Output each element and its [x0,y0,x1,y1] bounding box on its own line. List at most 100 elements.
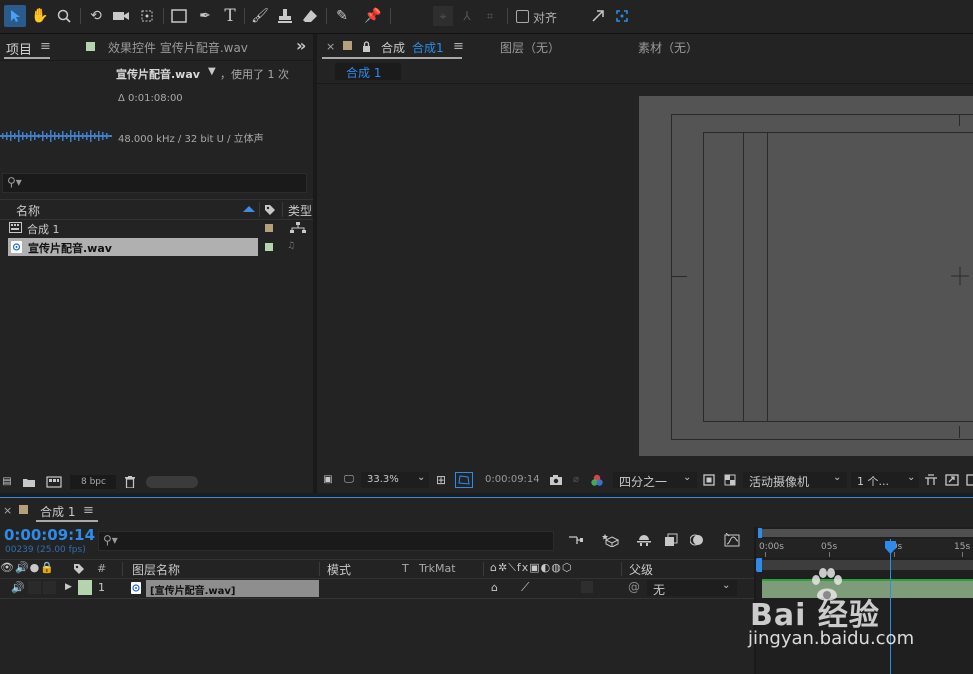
time-navigator[interactable] [758,528,973,538]
transparency-grid-icon[interactable] [722,473,738,487]
brush-tool-icon[interactable]: 🖌 [249,5,271,27]
comp-mini-flowchart-icon[interactable] [566,532,586,548]
view-layout-dropdown[interactable]: 1 个... ⌄ [851,472,919,488]
label-tag-icon[interactable] [262,202,278,217]
project-search-input[interactable]: ⚲▾ [2,173,307,193]
comp-sub-tab[interactable]: 合成 1 [335,63,401,80]
timeline-search-input[interactable]: ⚲▾ [98,531,554,551]
pan-behind-tool-icon[interactable] [136,5,158,27]
usage-dropdown-icon[interactable]: ▼ [208,66,216,77]
always-preview-icon[interactable]: ▣ [321,473,335,487]
rotate-tool-icon[interactable]: ⟲ [86,5,106,27]
toggle-mask-visibility-icon[interactable] [455,472,473,488]
hide-shy-layers-icon[interactable] [634,532,654,548]
comp-tab-prefix[interactable]: 合成 [381,39,405,56]
viewer-current-time[interactable]: 0:00:09:14 [485,474,540,485]
column-mode[interactable]: 模式 [327,561,351,578]
rectangle-tool-icon[interactable] [168,5,190,27]
world-axis-mode-icon[interactable]: ⅄ [457,6,477,26]
zoom-tool-icon[interactable] [54,5,74,27]
tab-effect-controls[interactable]: 效果控件 宣传片配音.wav [108,39,248,56]
show-snapshot-icon[interactable]: ⌀ [569,473,583,487]
eraser-tool-icon[interactable] [299,5,321,27]
motion-blur-icon[interactable] [688,532,706,548]
project-list-item[interactable]: 宣传片配音.wav ♫ [0,238,313,256]
composition-viewer[interactable] [317,84,973,470]
grid-guides-icon[interactable]: ⊞ [433,473,449,487]
new-folder-icon[interactable] [20,474,38,490]
new-composition-icon[interactable] [45,474,63,490]
column-parent[interactable]: 父级 [629,561,653,578]
comp-canvas[interactable] [639,96,973,456]
tab-composition[interactable]: 合成1 [412,39,444,56]
panel-overflow-icon[interactable]: » [296,36,306,55]
motion-blur-switch[interactable] [581,581,593,593]
time-ruler[interactable]: 0:00s 05s 10s 15s [756,539,973,557]
magnification-dropdown[interactable]: 33.3% ⌄ [361,472,429,488]
lock-icon[interactable] [360,39,372,53]
camera-tool-icon[interactable] [110,5,132,27]
snap-grid-icon[interactable] [612,6,632,26]
expand-arrow-icon[interactable]: ▶ [65,582,72,592]
delete-trash-icon[interactable] [122,474,138,490]
export-frame-icon[interactable] [944,473,960,487]
tab-layer[interactable]: 图层（无） [500,39,560,56]
ruler-label: 05s [821,542,838,552]
column-trkmat[interactable]: TrkMat [419,562,456,575]
layer-name-field[interactable]: [宣传片配音.wav] [146,580,319,597]
parent-dropdown[interactable]: 无 ⌄ [647,580,737,597]
layer-label-color[interactable] [78,580,92,595]
solo-toggle[interactable] [28,581,41,594]
draft-3d-icon[interactable] [600,532,622,548]
reset-exposure-icon[interactable] [923,473,939,487]
snapshot-camera-icon[interactable] [548,473,564,487]
pen-tool-icon[interactable]: ✒ [194,5,216,27]
label-color-swatch[interactable] [265,224,273,232]
label-tag-icon[interactable] [72,562,86,576]
color-channels-icon[interactable] [589,473,605,487]
flowchart-icon[interactable] [965,473,973,487]
lock-toggle[interactable] [43,581,56,594]
project-list-item[interactable]: 合成 1 [0,219,313,237]
timeline-layer-row[interactable]: 🔊 ▶ 1 [宣传片配音.wav] ⌂ ⟋ @ 无 ⌄ [0,579,756,599]
tab-timeline-comp[interactable]: 合成 1 [40,503,75,520]
comp-tab-menu-icon[interactable]: ≡ [453,39,464,54]
view-axis-mode-icon[interactable]: ⌗ [480,6,500,26]
region-of-interest-icon[interactable] [701,473,717,487]
close-icon[interactable]: × [326,40,335,53]
quality-switch-icon[interactable]: ⟋ [521,580,529,595]
pick-whip-icon[interactable]: @ [628,580,640,594]
roto-brush-tool-icon[interactable]: ✎ [331,5,353,27]
current-time-display[interactable]: 0:00:09:14 [4,526,95,544]
local-axis-mode-icon[interactable]: ⌖ [433,6,453,26]
hand-tool-icon[interactable]: ✋ [30,5,50,27]
graph-editor-icon[interactable] [722,532,742,548]
snap-checkbox[interactable] [516,10,529,23]
timeline-tab-menu-icon[interactable]: ≡ [83,503,94,518]
selection-tool-icon[interactable] [4,5,26,27]
shy-switch-icon[interactable]: ⌂ [491,581,498,594]
frame-blending-icon[interactable] [662,532,680,548]
playhead-icon[interactable] [885,541,896,554]
snap-options-icon[interactable] [588,6,608,26]
resolution-dropdown[interactable]: 四分之一 ⌄ [613,472,697,489]
sort-ascending-icon[interactable] [243,206,255,212]
tab-project[interactable]: 项目 [6,39,32,58]
close-icon[interactable]: × [3,504,12,517]
label-color-swatch[interactable] [265,243,273,251]
navigator-start-handle[interactable] [758,528,762,538]
puppet-pin-tool-icon[interactable]: 📌 [362,5,384,27]
column-layer-name[interactable]: 图层名称 [132,561,180,578]
interpret-footage-icon[interactable]: ▤ [0,474,14,490]
type-tool-icon[interactable]: T [219,5,241,27]
bit-depth-button[interactable]: 8 bpc [81,477,106,487]
column-type[interactable]: 类型 [288,202,312,219]
clone-stamp-tool-icon[interactable] [274,5,296,27]
camera-view-dropdown[interactable]: 活动摄像机 ⌄ [743,472,847,489]
project-horizontal-scrollbar[interactable] [146,476,198,488]
project-tab-menu-icon[interactable]: ≡ [40,39,51,54]
column-name[interactable]: 名称 [16,202,40,219]
audio-toggle-icon[interactable]: 🔊 [11,581,25,594]
tab-footage[interactable]: 素材（无） [638,39,698,56]
display-icon[interactable]: 🖵 [341,473,357,487]
